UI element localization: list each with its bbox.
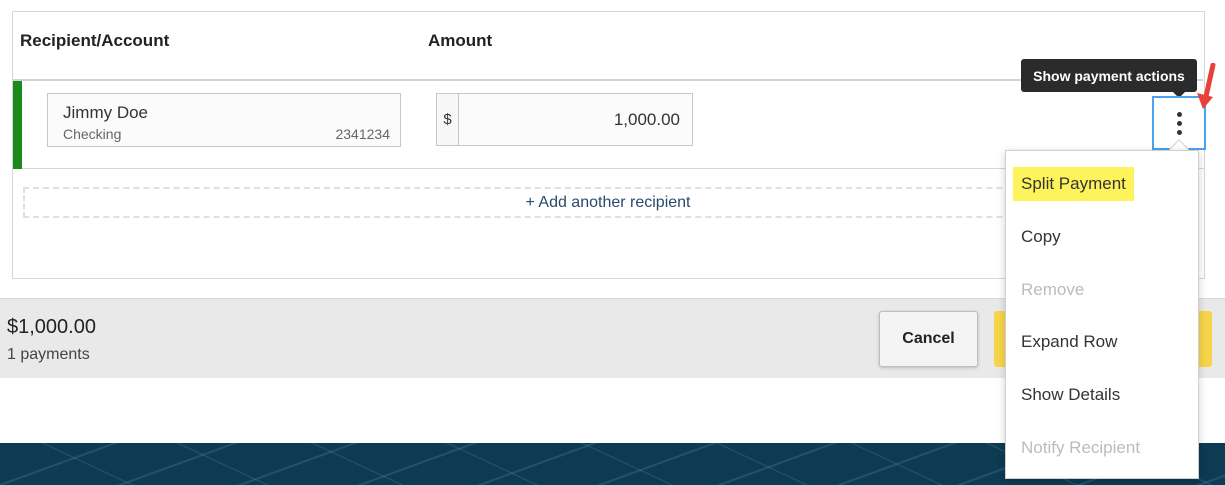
amount-input[interactable] (459, 94, 692, 145)
menu-item-show-details[interactable]: Show Details (1021, 385, 1120, 405)
recipient-name: Jimmy Doe (63, 103, 149, 122)
menu-item-split-payment[interactable]: Split Payment (1013, 167, 1134, 201)
cancel-button[interactable]: Cancel (879, 311, 978, 367)
recipient-column-header: Recipient/Account (20, 31, 170, 50)
recipient-selector[interactable]: Jimmy Doe Checking 2341234 (47, 93, 401, 147)
kebab-vertical-icon (1176, 111, 1182, 117)
total-amount: $1,000.00 (7, 316, 96, 338)
row-status-accent (13, 81, 22, 169)
menu-item-notify-recipient: Notify Recipient (1021, 438, 1141, 457)
account-number: 2341234 (335, 126, 390, 142)
menu-item-expand-row[interactable]: Expand Row (1021, 332, 1117, 352)
account-type: Checking (63, 126, 122, 142)
menu-item-copy[interactable]: Copy (1021, 227, 1061, 247)
payment-actions-menu: Split Payment Copy Remove Expand Row Sho… (1005, 150, 1199, 479)
payment-count: 1 payments (7, 346, 90, 363)
amount-column-header: Amount (428, 31, 493, 50)
menu-item-remove: Remove (1021, 280, 1085, 299)
currency-symbol: $ (437, 94, 459, 145)
kebab-dot (1176, 120, 1182, 126)
actions-tooltip: Show payment actions (1021, 59, 1197, 92)
red-arrow-icon (1197, 63, 1216, 109)
amount-field-group: $ (436, 93, 693, 146)
kebab-dot (1176, 129, 1182, 135)
